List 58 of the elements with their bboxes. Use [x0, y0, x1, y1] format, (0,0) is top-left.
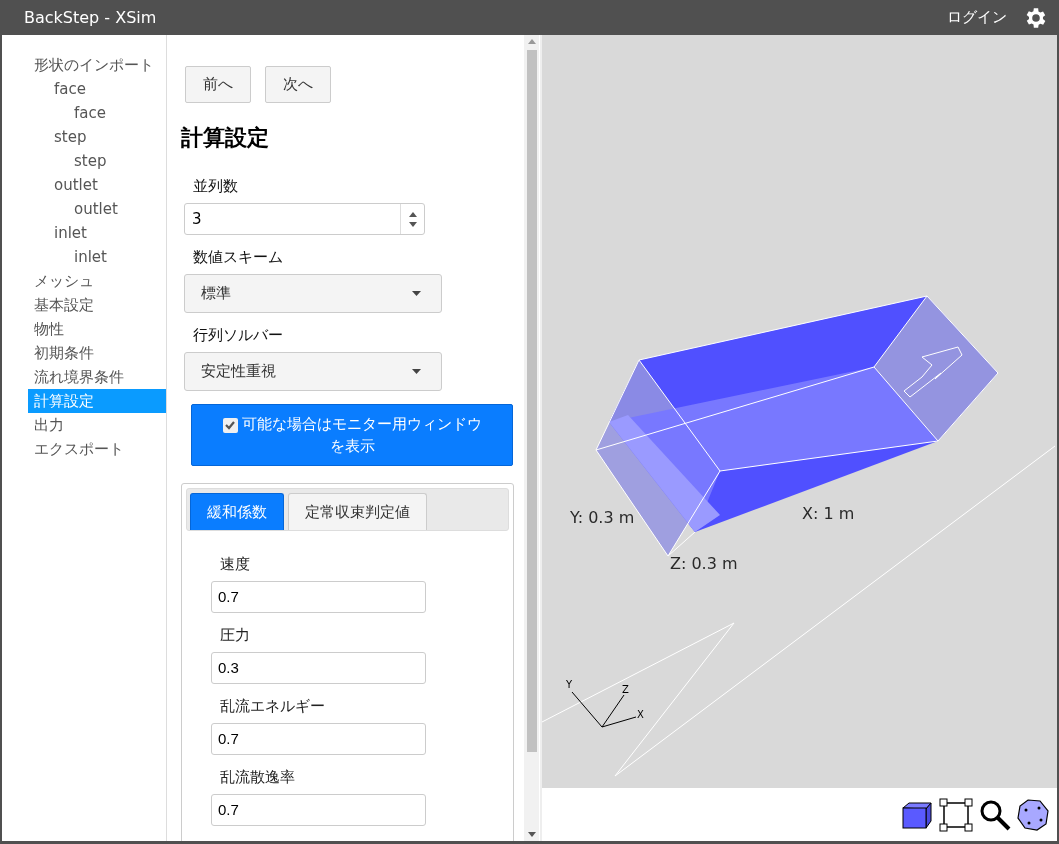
spin-up-icon[interactable]: [408, 211, 417, 217]
tree-item[interactable]: inlet: [28, 221, 166, 245]
nav-button[interactable]: 次へ: [265, 66, 331, 103]
tree-item[interactable]: outlet: [28, 197, 166, 221]
dropdown[interactable]: 標準: [184, 274, 442, 313]
field-label: 乱流散逸率: [220, 768, 296, 787]
search-icon[interactable]: [979, 798, 1011, 831]
tree-item[interactable]: face: [28, 101, 166, 125]
tree-item[interactable]: 流れ境界条件: [28, 365, 166, 389]
spin-down-icon[interactable]: [408, 221, 417, 227]
tree-item[interactable]: step: [28, 125, 166, 149]
field-label: 並列数: [193, 177, 239, 196]
field-label: 数値スキーム: [193, 248, 284, 267]
input-field[interactable]: 0.7: [211, 723, 426, 755]
axis-triad-icon: [571, 691, 637, 728]
checkbox[interactable]: [222, 417, 238, 433]
tree-item[interactable]: エクスポート: [28, 437, 166, 461]
dropdown[interactable]: 安定性重視: [184, 352, 442, 391]
tree-item[interactable]: 物性: [28, 317, 166, 341]
tree-item[interactable]: 基本設定: [28, 293, 166, 317]
tree-item[interactable]: step: [28, 149, 166, 173]
nav-button[interactable]: 前へ: [185, 66, 251, 103]
tab[interactable]: 緩和係数: [190, 493, 284, 530]
caret-icon: [412, 369, 421, 374]
axis-label: X: [637, 709, 644, 720]
scrollbar-thumb[interactable]: [526, 50, 537, 752]
login-link[interactable]: ログイン: [947, 8, 1007, 27]
input-field[interactable]: 0.7: [211, 581, 426, 613]
polyhedron-icon[interactable]: [1017, 798, 1049, 831]
dimension-label: Y: 0.3 m: [570, 508, 635, 527]
tree-item[interactable]: 初期条件: [28, 341, 166, 365]
tree-item[interactable]: メッシュ: [28, 269, 166, 293]
field-label: 圧力: [220, 626, 251, 645]
tree-item[interactable]: 出力: [28, 413, 166, 437]
input-field[interactable]: 0.3: [211, 652, 426, 684]
section-heading: 計算設定: [181, 124, 270, 152]
number-field[interactable]: 3: [184, 203, 425, 235]
3d-viewport[interactable]: Y: 0.3 m Z: 0.3 m X: 1 m Y Z X: [542, 35, 1057, 788]
tree-item[interactable]: outlet: [28, 173, 166, 197]
field-label: 行列ソルバー: [193, 326, 284, 345]
tree-item[interactable]: face: [28, 77, 166, 101]
tab[interactable]: 定常収束判定値: [288, 493, 427, 530]
tree-item[interactable]: 形状のインポート: [28, 53, 166, 77]
scrollbar[interactable]: [524, 35, 539, 841]
input-field[interactable]: 0.7: [211, 794, 426, 826]
caret-icon: [412, 291, 421, 296]
axis-label: Y: [566, 679, 573, 690]
field-label: 速度: [220, 555, 251, 574]
monitor-window-toggle[interactable]: 可能な場合はモニター用ウィンドウを表示: [191, 404, 513, 466]
field-label: 乱流エネルギー: [220, 697, 326, 716]
dimension-label: Z: 0.3 m: [670, 554, 738, 573]
dimension-label: X: 1 m: [802, 504, 855, 523]
cube-icon[interactable]: [901, 799, 933, 830]
tree-item[interactable]: inlet: [28, 245, 166, 269]
scroll-down-icon[interactable]: [527, 832, 536, 837]
selection-frame-icon[interactable]: [939, 797, 973, 832]
axis-label: Z: [622, 684, 629, 695]
window-title: BackStep - XSim: [24, 8, 158, 27]
